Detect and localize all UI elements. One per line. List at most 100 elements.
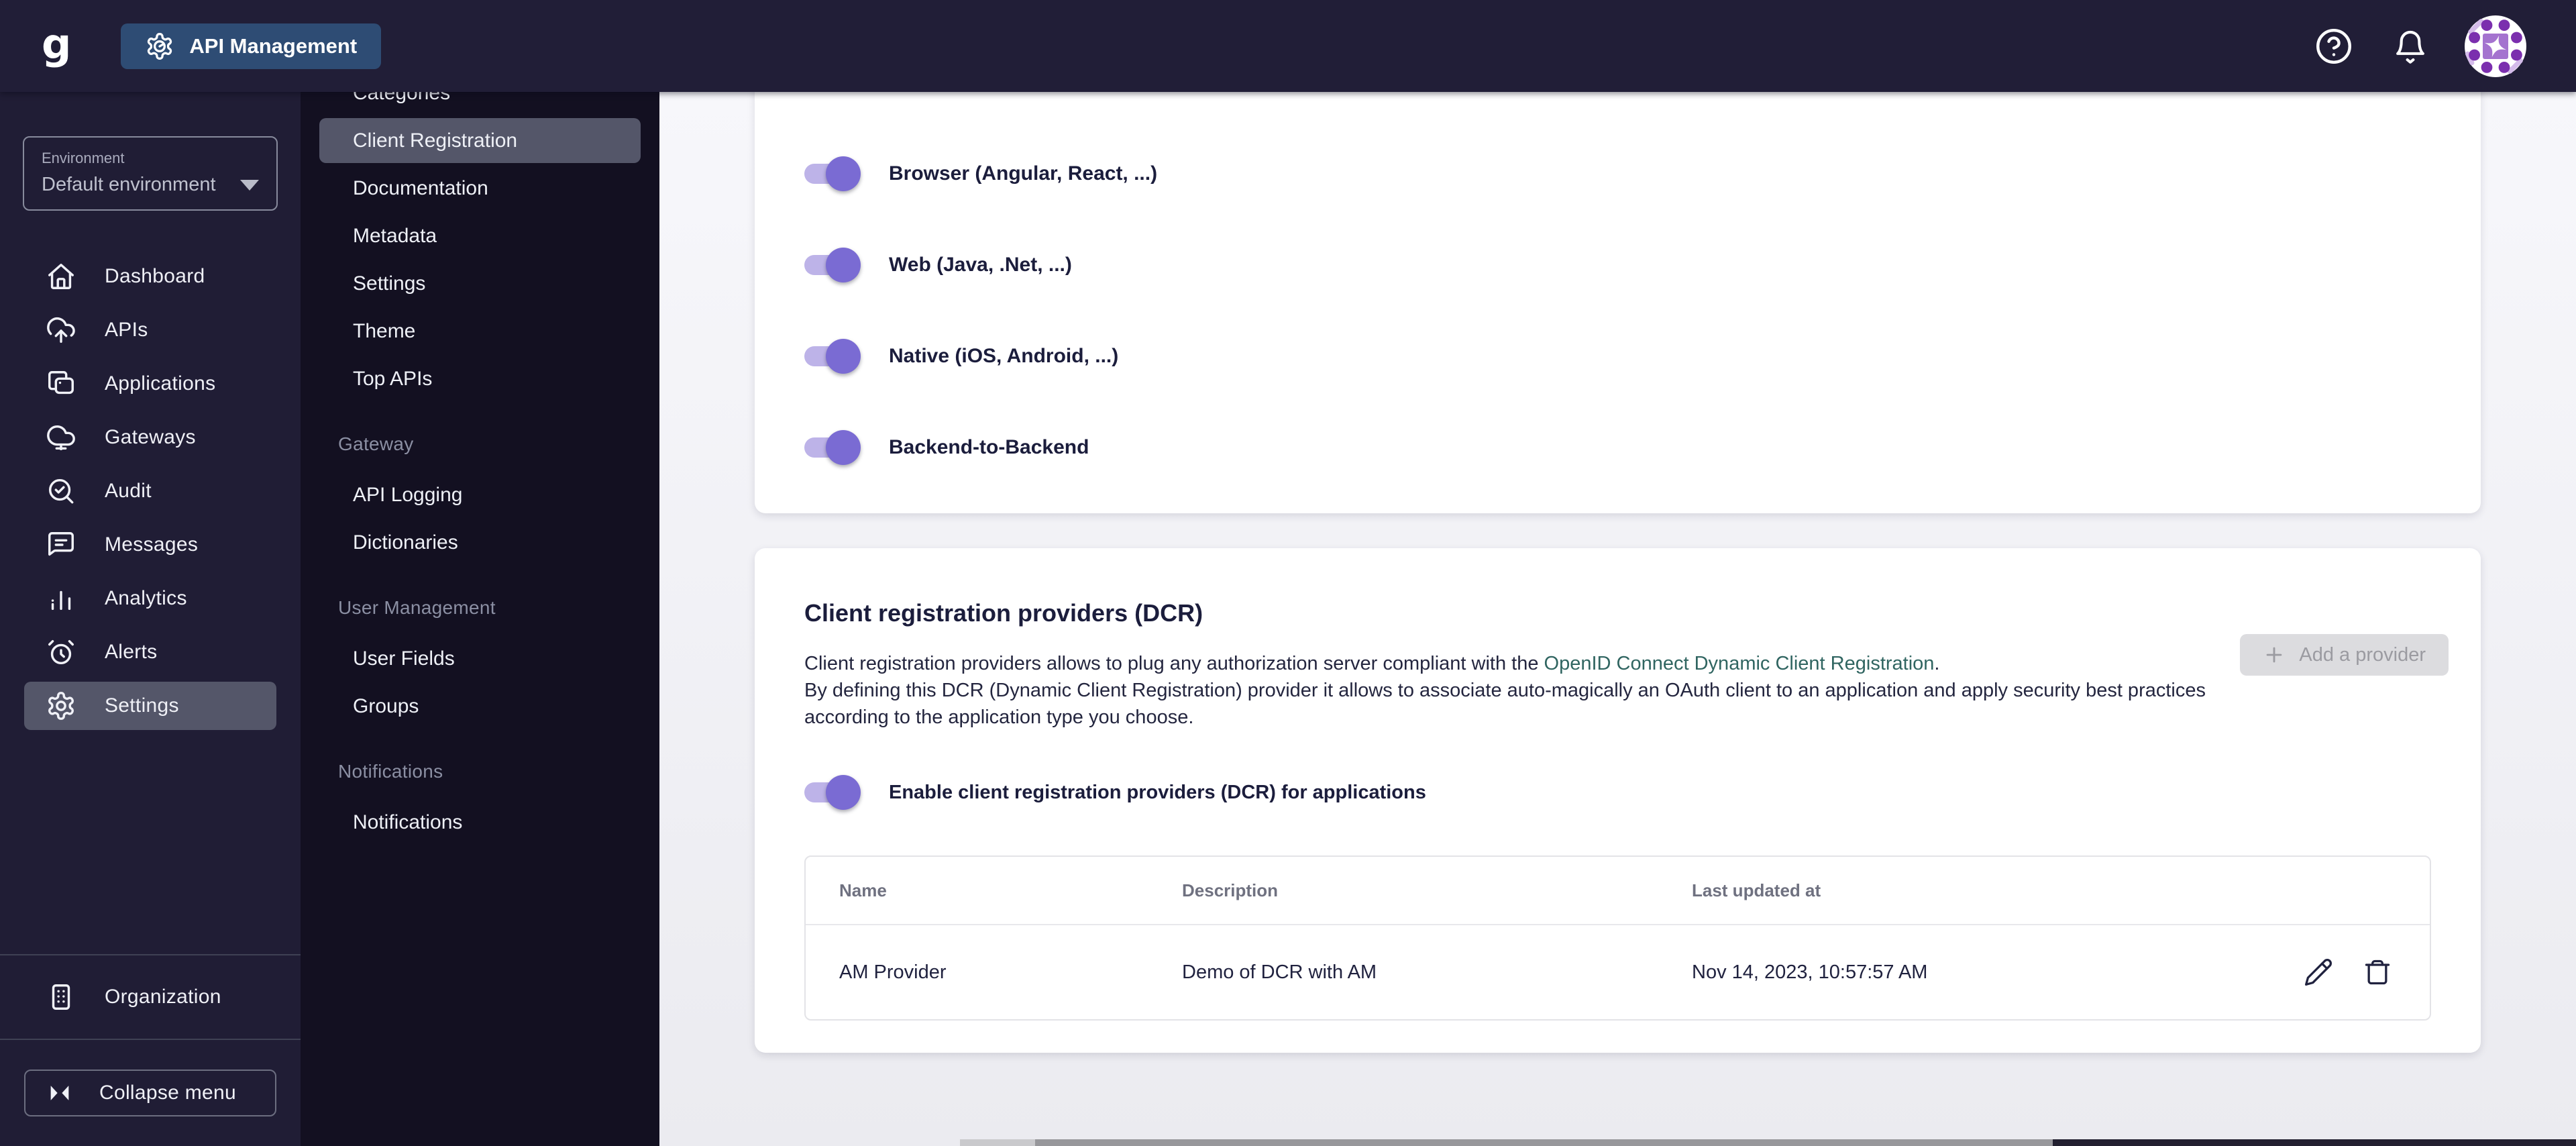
table-cell-actions xyxy=(2255,924,2430,1019)
sidebar-item-analytics[interactable]: Analytics xyxy=(24,574,276,623)
sidebar-item-dashboard[interactable]: Dashboard xyxy=(24,252,276,301)
table-header-row: Name Description Last updated at xyxy=(806,857,2430,924)
toggle-switch-backend-to-backend[interactable] xyxy=(804,430,861,465)
gravitee-logo[interactable]: g xyxy=(42,23,71,65)
app-type-label: Web (Java, .Net, ...) xyxy=(889,254,1072,276)
subnav-section-title: User Management xyxy=(338,597,496,618)
app-type-toggle-row: Browser (Angular, React, ...) xyxy=(804,154,2431,194)
sidebar-item-label: Applications xyxy=(105,372,216,395)
gear-icon xyxy=(46,690,76,721)
subnav-item-groups[interactable]: Groups xyxy=(301,682,659,730)
app-window: g API Management Environment Default env… xyxy=(0,0,2576,1146)
enable-dcr-toggle[interactable] xyxy=(804,775,861,810)
plus-icon xyxy=(2263,643,2286,666)
dcr-desc-period: . xyxy=(1934,653,1940,674)
cloud-gateway-icon xyxy=(46,422,76,453)
sidebar-item-apis[interactable]: APIs xyxy=(24,306,276,354)
home-icon xyxy=(46,261,76,292)
dcr-card: Client registration providers (DCR) Clie… xyxy=(755,548,2481,1053)
enable-dcr-row: Enable client registration providers (DC… xyxy=(804,772,2431,813)
api-management-button[interactable]: API Management xyxy=(121,23,382,69)
table-header-cell: Description xyxy=(1182,880,1279,900)
primary-sidebar: Environment Default environment Dashboar… xyxy=(0,92,301,1146)
toggle-switch-web-java-net[interactable] xyxy=(804,248,861,282)
horizontal-scrollbar[interactable] xyxy=(960,1139,2576,1146)
settings-subnav: Categories Client Registration Documentati… xyxy=(301,92,659,1146)
collapse-menu-button[interactable]: Collapse menu xyxy=(24,1070,276,1116)
subnav-item-client-registration[interactable]: Client Registration xyxy=(319,118,641,163)
toggle-switch-browser-angular-react[interactable] xyxy=(804,156,861,191)
subnav-section-title: Notifications xyxy=(338,761,443,782)
add-provider-label: Add a provider xyxy=(2299,643,2426,666)
dcr-card-title: Client registration providers (DCR) xyxy=(804,599,1203,627)
sidebar-item-applications[interactable]: Applications xyxy=(24,360,276,408)
sidebar-item-gateways[interactable]: Gateways xyxy=(24,413,276,462)
app-type-toggle-row: Backend-to-Backend xyxy=(804,427,2431,468)
divider xyxy=(0,954,301,955)
table-row: AM Provider Demo of DCR with AM Nov 14, 20… xyxy=(806,924,2430,1019)
collapse-icon xyxy=(44,1080,75,1106)
subnav-item-settings[interactable]: Settings xyxy=(301,260,659,307)
sidebar-item-label: Messages xyxy=(105,533,199,556)
chevron-down-icon xyxy=(240,179,259,191)
top-bar: g API Management xyxy=(0,0,2576,92)
subnav-list: Categories Client Registration Documentati… xyxy=(301,92,659,846)
subnav-item-api-logging[interactable]: API Logging xyxy=(301,471,659,519)
table-cell-updated: Nov 14, 2023, 10:57:57 AM xyxy=(1658,924,2255,1019)
environment-value: Default environment xyxy=(42,174,216,195)
table-body: AM Provider Demo of DCR with AM Nov 14, 20… xyxy=(806,924,2430,1019)
subnav-item-notifications[interactable]: Notifications xyxy=(301,798,659,846)
sidebar-item-messages[interactable]: Messages xyxy=(24,521,276,569)
help-button[interactable] xyxy=(2313,25,2355,67)
app-type-label: Browser (Angular, React, ...) xyxy=(889,162,1158,185)
user-avatar[interactable] xyxy=(2463,14,2528,79)
subnav-section-title: Gateway xyxy=(338,433,414,454)
sidebar-nav: Dashboard APIs Applications Gateways Audit Me… xyxy=(0,252,301,735)
table-cell-description: Demo of DCR with AM xyxy=(1148,924,1658,1019)
message-icon xyxy=(46,529,76,560)
sidebar-item-label: Gateways xyxy=(105,426,196,448)
bell-icon xyxy=(2391,27,2430,66)
notifications-button[interactable] xyxy=(2391,27,2430,66)
divider xyxy=(0,1039,301,1040)
sidebar-item-label: Settings xyxy=(105,694,179,717)
subnav-item-user-fields[interactable]: User Fields xyxy=(301,635,659,682)
app-type-label: Native (iOS, Android, ...) xyxy=(889,345,1119,367)
cloud-upload-icon xyxy=(46,315,76,346)
providers-table: Name Description Last updated at AM Provid… xyxy=(804,855,2431,1021)
collapse-menu-label: Collapse menu xyxy=(99,1082,237,1104)
environment-select[interactable]: Environment Default environment xyxy=(23,136,278,211)
toggle-switch-native-ios-android[interactable] xyxy=(804,339,861,374)
delete-button[interactable] xyxy=(2363,957,2392,987)
subnav-item-documentation[interactable]: Documentation xyxy=(301,164,659,212)
subnav-item-categories[interactable]: Categories xyxy=(301,92,659,117)
subnav-item-metadata[interactable]: Metadata xyxy=(301,212,659,260)
openid-dcr-link[interactable]: OpenID Connect Dynamic Client Registrati… xyxy=(1544,653,1935,674)
search-check-icon xyxy=(46,476,76,507)
sidebar-item-label: Analytics xyxy=(105,587,187,609)
subnav-item-top-apis[interactable]: Top APIs xyxy=(301,355,659,403)
avatar-image xyxy=(2463,14,2528,79)
app-type-toggle-row: Web (Java, .Net, ...) xyxy=(804,245,2431,285)
sidebar-item-organization[interactable]: Organization xyxy=(24,973,276,1021)
applications-icon xyxy=(46,368,76,399)
dcr-description: Client registration providers allows to … xyxy=(804,650,2287,731)
table-header-cell: Name xyxy=(839,880,887,900)
content-frame: Environment Default environment Dashboar… xyxy=(0,92,2576,1146)
dcr-desc-part1: Client registration providers allows to … xyxy=(804,653,1544,674)
sidebar-item-audit[interactable]: Audit xyxy=(24,467,276,515)
add-provider-button[interactable]: Add a provider xyxy=(2240,634,2449,676)
organization-icon xyxy=(46,982,76,1012)
edit-button[interactable] xyxy=(2304,957,2333,987)
alarm-clock-icon xyxy=(46,637,76,668)
sidebar-item-alerts[interactable]: Alerts xyxy=(24,628,276,676)
sidebar-item-label: Alerts xyxy=(105,641,158,663)
subnav-item-theme[interactable]: Theme xyxy=(301,307,659,355)
sidebar-item-label: Organization xyxy=(105,986,221,1008)
table-cell-name: AM Provider xyxy=(806,924,1148,1019)
bar-chart-icon xyxy=(46,583,76,614)
application-types-card: Browser (Angular, React, ...) Web (Java, … xyxy=(755,92,2481,513)
table-header-cell xyxy=(2255,857,2430,924)
subnav-item-dictionaries[interactable]: Dictionaries xyxy=(301,519,659,566)
sidebar-item-settings[interactable]: Settings xyxy=(24,682,276,730)
